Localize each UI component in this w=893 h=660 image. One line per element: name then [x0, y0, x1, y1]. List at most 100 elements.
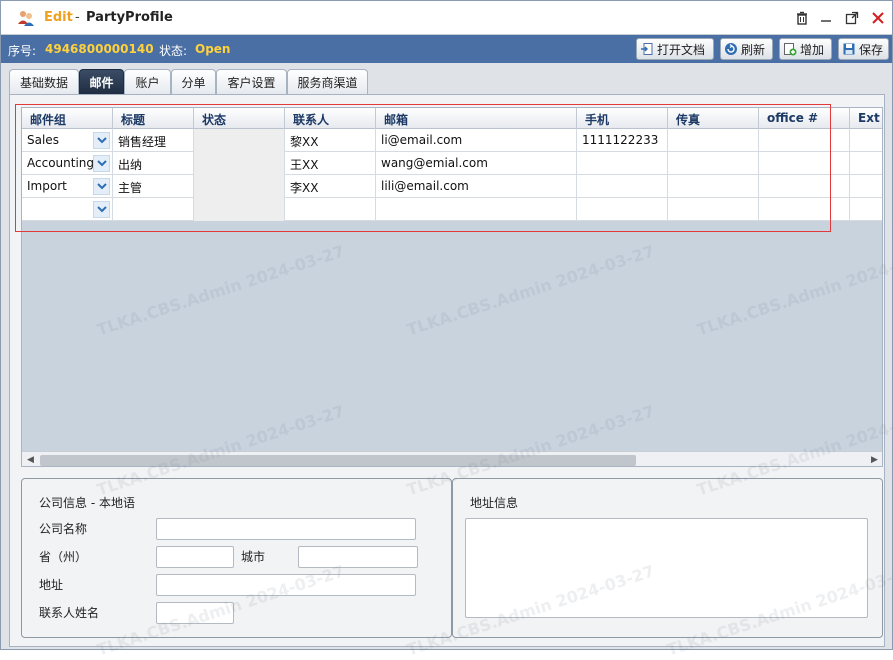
cell-mailbox[interactable]: lili@email.com — [376, 175, 577, 198]
open-document-label: 打开文档 — [657, 42, 706, 57]
contact-name-input[interactable] — [156, 602, 234, 624]
cell-ext[interactable] — [850, 129, 882, 152]
open-document-icon — [641, 43, 653, 55]
cell-status — [194, 129, 285, 152]
email-tab-content: 邮件组 标题 状态 联系人 邮箱 手机 传真 office # Ext # Sa… — [9, 94, 885, 647]
col-header-email-group[interactable]: 邮件组 — [22, 108, 113, 129]
status-value: Open — [195, 42, 231, 56]
horizontal-scrollbar[interactable]: ◀ ▶ — [22, 451, 882, 466]
col-header-ext[interactable]: Ext # — [850, 108, 882, 129]
cell-mobile[interactable] — [577, 198, 668, 221]
cell-email-group[interactable]: Import — [22, 175, 113, 198]
scrollbar-thumb[interactable] — [40, 455, 636, 466]
cell-title[interactable]: 出纳 — [113, 152, 194, 175]
maximize-icon[interactable] — [844, 10, 860, 26]
window-title: PartyProfile — [86, 10, 173, 25]
chevron-down-icon[interactable] — [93, 201, 110, 218]
tab-service-channel[interactable]: 服务商渠道 — [287, 69, 368, 95]
cell-mobile[interactable]: 1111122233 — [577, 129, 668, 152]
cell-ext[interactable] — [850, 175, 882, 198]
col-header-title[interactable]: 标题 — [113, 108, 194, 129]
cell-mailbox[interactable] — [376, 198, 577, 221]
address-info-textarea[interactable] — [465, 518, 868, 618]
cell-email-group[interactable]: Sales — [22, 129, 113, 152]
save-label: 保存 — [859, 42, 884, 57]
cell-text: Import — [27, 179, 67, 193]
refresh-icon — [725, 43, 737, 55]
cell-contact[interactable]: 王XX — [285, 152, 376, 175]
sequence-value: 4946800000140 — [45, 42, 154, 56]
cell-fax[interactable] — [668, 175, 759, 198]
status-label: 状态: — [159, 44, 188, 58]
company-info-panel: 公司信息 - 本地语 公司名称 省（州） 城市 地址 联系人姓名 — [21, 478, 452, 638]
col-header-status[interactable]: 状态 — [194, 108, 285, 129]
col-header-mobile[interactable]: 手机 — [577, 108, 668, 129]
title-bar: Edit - PartyProfile — [1, 1, 892, 35]
cell-title[interactable]: 主管 — [113, 175, 194, 198]
cell-contact[interactable] — [285, 198, 376, 221]
address-label: 地址 — [39, 578, 64, 592]
scroll-right-icon[interactable]: ▶ — [871, 455, 878, 465]
tab-basic-data[interactable]: 基础数据 — [9, 69, 79, 95]
cell-mailbox[interactable]: li@email.com — [376, 129, 577, 152]
party-profile-icon — [18, 11, 34, 26]
cell-fax[interactable] — [668, 152, 759, 175]
close-icon[interactable] — [870, 10, 886, 26]
col-header-mailbox[interactable]: 邮箱 — [376, 108, 577, 129]
open-document-button[interactable]: 打开文档 — [636, 38, 714, 60]
col-header-fax[interactable]: 传真 — [668, 108, 759, 129]
cell-office[interactable] — [759, 175, 850, 198]
table-row[interactable]: Sales 销售经理 黎XX li@email.com 1111122233 — [22, 129, 882, 152]
cell-text: Sales — [27, 133, 59, 147]
cell-title[interactable] — [113, 198, 194, 221]
address-input[interactable] — [156, 574, 416, 596]
scroll-left-icon[interactable]: ◀ — [27, 455, 34, 465]
col-header-contact[interactable]: 联系人 — [285, 108, 376, 129]
table-row-new[interactable] — [22, 198, 882, 221]
cell-mobile[interactable] — [577, 152, 668, 175]
cell-ext[interactable] — [850, 198, 882, 221]
cell-office[interactable] — [759, 129, 850, 152]
city-input[interactable] — [298, 546, 418, 568]
cell-ext[interactable] — [850, 152, 882, 175]
table-row[interactable]: Import 主管 李XX lili@email.com — [22, 175, 882, 198]
add-label: 增加 — [800, 42, 825, 57]
chevron-down-icon[interactable] — [93, 132, 110, 149]
cell-mobile[interactable] — [577, 175, 668, 198]
company-name-input[interactable] — [156, 518, 416, 540]
refresh-label: 刷新 — [741, 42, 766, 57]
cell-fax[interactable] — [668, 129, 759, 152]
cell-title[interactable]: 销售经理 — [113, 129, 194, 152]
table-row[interactable]: Accounting 出纳 王XX wang@emial.com — [22, 152, 882, 175]
save-button[interactable]: 保存 — [838, 38, 889, 60]
cell-email-group[interactable] — [22, 198, 113, 221]
cell-fax[interactable] — [668, 198, 759, 221]
email-grid: 邮件组 标题 状态 联系人 邮箱 手机 传真 office # Ext # Sa… — [21, 107, 883, 467]
chevron-down-icon[interactable] — [93, 155, 110, 172]
tab-email[interactable]: 邮件 — [79, 69, 124, 95]
province-input[interactable] — [156, 546, 234, 568]
info-bar: 序号: 4946800000140 状态: Open 打开文档 刷新 增加 保存 — [1, 35, 892, 63]
cell-office[interactable] — [759, 198, 850, 221]
minimize-icon[interactable] — [818, 10, 834, 26]
address-info-panel: 地址信息 — [452, 478, 883, 638]
add-button[interactable]: 增加 — [779, 38, 832, 60]
cell-email-group[interactable]: Accounting — [22, 152, 113, 175]
tab-account[interactable]: 账户 — [124, 69, 171, 95]
company-name-label: 公司名称 — [39, 522, 88, 536]
cell-contact[interactable]: 黎XX — [285, 129, 376, 152]
cell-text: Accounting — [27, 156, 95, 170]
refresh-button[interactable]: 刷新 — [720, 38, 773, 60]
chevron-down-icon[interactable] — [93, 178, 110, 195]
cell-contact[interactable]: 李XX — [285, 175, 376, 198]
cell-status — [194, 175, 285, 198]
grid-header: 邮件组 标题 状态 联系人 邮箱 手机 传真 office # Ext # — [22, 108, 882, 129]
trash-icon[interactable] — [794, 10, 810, 26]
cell-office[interactable] — [759, 152, 850, 175]
cell-mailbox[interactable]: wang@emial.com — [376, 152, 577, 175]
tab-customer-settings[interactable]: 客户设置 — [216, 69, 287, 95]
tab-split-order[interactable]: 分单 — [171, 69, 216, 95]
cell-status — [194, 152, 285, 175]
province-label: 省（州） — [39, 550, 88, 564]
col-header-office[interactable]: office # — [759, 108, 850, 129]
